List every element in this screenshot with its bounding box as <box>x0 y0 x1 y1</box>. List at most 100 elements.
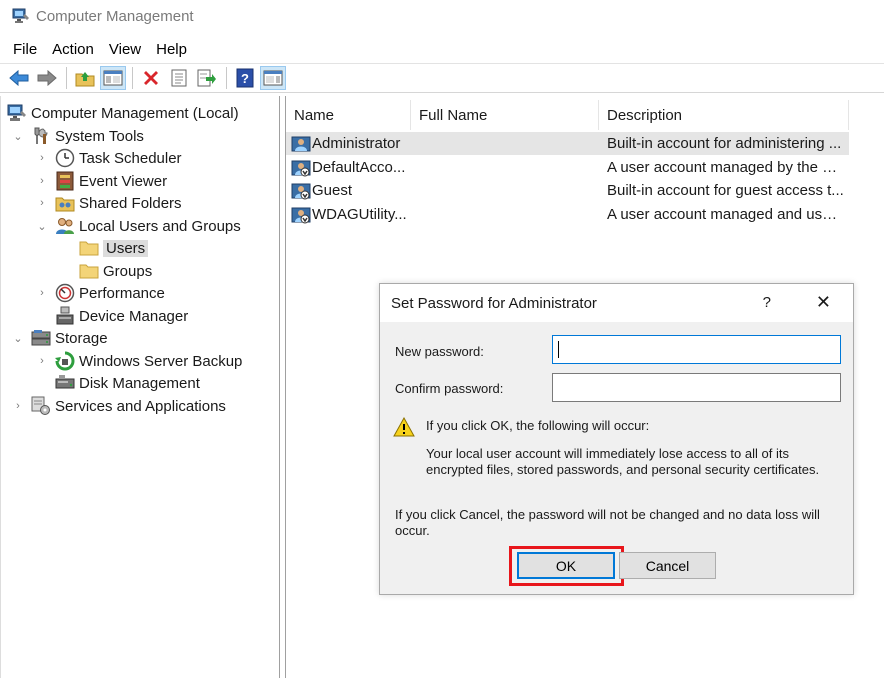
up-folder-icon <box>75 72 95 87</box>
column-header-full-name[interactable]: Full Name <box>411 100 599 130</box>
cancel-note-line-1: If you click Cancel, the password will n… <box>395 507 820 522</box>
show-hide-action-pane-button[interactable] <box>260 66 286 90</box>
chevron-right-icon[interactable]: › <box>11 400 25 412</box>
column-header-name[interactable]: Name <box>286 100 411 130</box>
menu-help[interactable]: Help <box>150 41 196 58</box>
forward-button[interactable] <box>34 66 60 90</box>
services-icon <box>31 396 51 415</box>
warning-line-2: encrypted files, stored passwords, and p… <box>426 462 820 477</box>
menu-view[interactable]: View <box>103 41 150 58</box>
tree-item-label: Event Viewer <box>79 172 168 190</box>
toolbar-separator <box>132 67 133 89</box>
chevron-right-icon[interactable]: › <box>35 197 49 209</box>
chevron-right-icon[interactable]: › <box>35 355 49 367</box>
export-list-icon <box>197 69 216 87</box>
tree-item-groups[interactable]: Groups <box>59 260 152 282</box>
disk-icon <box>55 374 75 392</box>
tree-item-label: Performance <box>79 284 165 302</box>
cell-description: Built-in account for administering ... <box>607 135 842 152</box>
close-icon[interactable]: ✕ <box>816 292 831 313</box>
chevron-down-icon[interactable]: ⌄ <box>11 130 25 143</box>
cell-name: Administrator <box>312 135 401 152</box>
warning-icon <box>393 416 415 440</box>
tree-item-label: Task Scheduler <box>79 149 182 167</box>
help-button[interactable]: ? <box>232 66 258 90</box>
tree-item-label: Local Users and Groups <box>79 217 241 235</box>
back-arrow-icon <box>9 70 29 86</box>
disabled-user-icon <box>286 206 312 224</box>
tools-icon <box>31 127 51 145</box>
cell-name: WDAGUtility... <box>312 206 407 223</box>
tree-item-label: Windows Server Backup <box>79 352 243 370</box>
chevron-right-icon[interactable]: › <box>35 152 49 164</box>
tree-item-label: Computer Management (Local) <box>31 104 239 122</box>
tree-item-local-users-and-groups[interactable]: ⌄ Local Users and Groups <box>35 215 241 237</box>
chevron-down-icon[interactable]: ⌄ <box>35 220 49 233</box>
cancel-button[interactable]: Cancel <box>619 552 716 579</box>
tree-item-device-manager[interactable]: Device Manager <box>35 305 188 327</box>
set-password-dialog: Set Password for Administrator ? ✕ New p… <box>379 283 854 595</box>
event-viewer-icon <box>55 171 75 191</box>
warning-heading: If you click OK, the following will occu… <box>426 418 650 433</box>
warning-line-1: Your local user account will immediately… <box>426 446 789 461</box>
tree-item-users[interactable]: Users <box>59 237 149 259</box>
tree-item-windows-server-backup[interactable]: › Windows Server Backup <box>35 350 242 372</box>
chevron-right-icon[interactable]: › <box>35 175 49 187</box>
help-icon: ? <box>236 68 254 88</box>
title-bar: Computer Management <box>0 0 884 32</box>
disabled-user-icon <box>286 159 312 177</box>
tree-item-event-viewer[interactable]: › Event Viewer <box>35 170 167 192</box>
toolbar-separator <box>226 67 227 89</box>
cell-description: A user account managed and used... <box>607 206 844 223</box>
new-password-field[interactable] <box>552 335 841 364</box>
toolbar: ? <box>0 63 884 93</box>
tree-item-label: Device Manager <box>79 307 189 325</box>
show-hide-console-tree-button[interactable] <box>100 66 126 90</box>
cell-name: Guest <box>312 182 353 199</box>
ok-button[interactable]: OK <box>517 552 615 579</box>
table-row[interactable]: WDAGUtility... A user account managed an… <box>286 203 849 226</box>
help-button[interactable]: ? <box>763 294 771 311</box>
tree-item-label: Groups <box>103 262 153 280</box>
window-title: Computer Management <box>36 7 194 25</box>
new-password-label: New password: <box>395 344 484 359</box>
folder-icon <box>79 239 99 257</box>
menu-file[interactable]: File <box>0 41 46 58</box>
tree-item-disk-management[interactable]: Disk Management <box>35 372 200 394</box>
chevron-right-icon[interactable]: › <box>35 287 49 299</box>
tree-item-label: System Tools <box>55 127 144 145</box>
tree-item-shared-folders[interactable]: › Shared Folders <box>35 192 182 214</box>
list-header: Name Full Name Description <box>286 100 849 130</box>
table-row[interactable]: DefaultAcco... A user account managed by… <box>286 156 849 179</box>
tree-item-storage[interactable]: ⌄ Storage <box>11 327 108 349</box>
column-header-description[interactable]: Description <box>599 100 849 130</box>
export-list-button[interactable] <box>194 66 220 90</box>
show-hide-tree-icon <box>103 70 123 86</box>
up-one-level-button[interactable] <box>72 66 98 90</box>
tree-item-task-scheduler[interactable]: › Task Scheduler <box>35 147 182 169</box>
cell-description: Built-in account for guest access t... <box>607 182 844 199</box>
show-hide-action-pane-icon <box>263 70 283 86</box>
tree-item-label: Disk Management <box>79 374 200 392</box>
cell-description: A user account managed by the sy... <box>607 159 844 176</box>
forward-arrow-icon <box>37 70 57 86</box>
properties-button[interactable] <box>166 66 192 90</box>
delete-button[interactable] <box>138 66 164 90</box>
delete-icon <box>144 71 158 85</box>
tree-item-services-and-applications[interactable]: › Services and Applications <box>11 395 226 417</box>
menu-action[interactable]: Action <box>46 41 103 58</box>
tree-item-system-tools[interactable]: ⌄ System Tools <box>11 125 144 147</box>
tree-item-computer-management[interactable]: Computer Management (Local) <box>3 102 239 124</box>
tree-item-performance[interactable]: › Performance <box>35 282 165 304</box>
device-manager-icon <box>55 306 75 325</box>
text-caret <box>558 341 559 358</box>
table-row[interactable]: Guest Built-in account for guest access … <box>286 179 849 202</box>
computer-management-icon <box>12 8 30 24</box>
computer-management-icon <box>7 104 27 122</box>
table-row[interactable]: Administrator Built-in account for admin… <box>286 132 849 155</box>
tree-item-label: Storage <box>55 329 108 347</box>
confirm-password-field[interactable] <box>552 373 841 402</box>
back-button[interactable] <box>6 66 32 90</box>
menu-bar: File Action View Help <box>0 36 196 62</box>
chevron-down-icon[interactable]: ⌄ <box>11 332 25 345</box>
